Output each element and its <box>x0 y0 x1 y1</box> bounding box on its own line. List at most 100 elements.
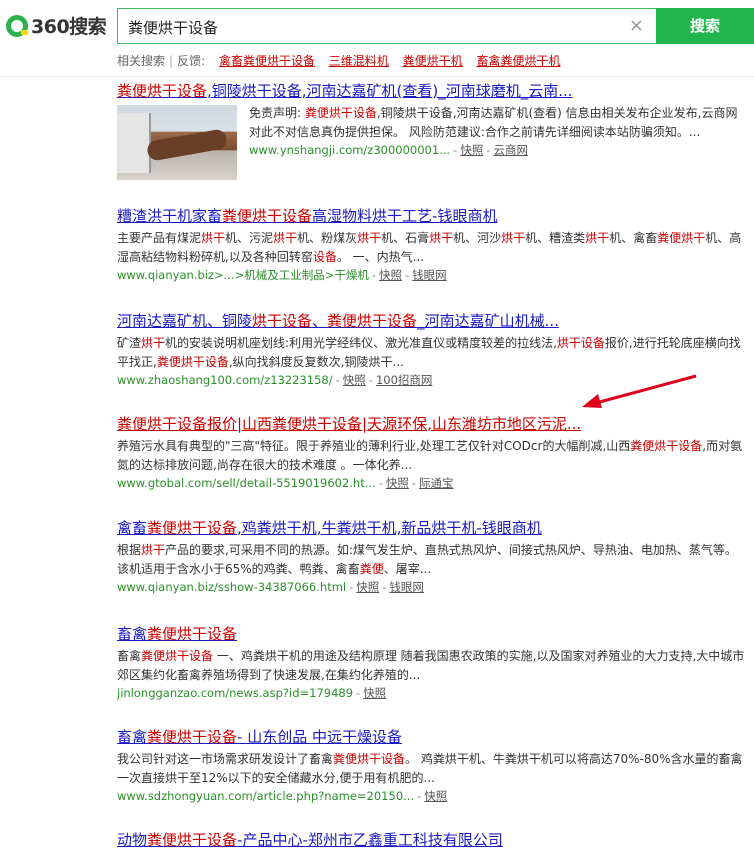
result-title-link[interactable]: 河南达嘉矿机、铜陵烘干设备、粪便烘干设备_河南达嘉矿山机械... <box>117 310 747 331</box>
result-title-link[interactable]: 粪便烘干设备报价|山西粪便烘干设备|天源环保,山东潍坊市地区污泥... <box>117 413 747 434</box>
snapshot-link[interactable]: 快照 <box>460 143 483 157</box>
text-segment: 糟渣洪干机家畜 <box>117 207 223 225</box>
search-result: 粪便烘干设备报价|山西粪便烘干设备|天源环保,山东潍坊市地区污泥... 养殖污水具… <box>117 413 747 491</box>
separator: - <box>368 373 373 387</box>
result-url: www.gtobal.com/sell/detail-5519019602.ht… <box>117 475 747 491</box>
source-link[interactable]: 100招商网 <box>376 373 432 387</box>
result-snippet: 畜禽粪便烘干设备 一、鸡粪烘干机的用途及结构原理 随着我国惠农政策的实施,以及国… <box>117 647 747 685</box>
snapshot-link[interactable]: 快照 <box>386 476 409 490</box>
keyword-highlight: 烘干 <box>141 336 166 350</box>
snapshot-link[interactable]: 快照 <box>363 686 386 700</box>
keyword-highlight: 粪便烘干设备 <box>147 625 238 643</box>
result-title-link[interactable]: 糟渣洪干机家畜粪便烘干设备高湿物料烘干工艺-钱眼商机 <box>117 205 747 226</box>
result-title-link[interactable]: 动物粪便烘干设备-产品中心-郑州市乙鑫重工科技有限公司 <box>117 829 747 850</box>
result-url-text: www.zhaoshang100.com/z13223158/ <box>117 373 333 387</box>
text-segment: 。 一、内热气... <box>336 250 425 264</box>
separator: - <box>405 268 410 282</box>
text-segment: 机、河沙 <box>453 231 502 245</box>
result-snippet: 矿渣烘干机的安装说明机座划线:利用光学经纬仪、激光准直仪或精度较差的拉线法,烘干… <box>117 334 747 372</box>
search-result: 动物粪便烘干设备-产品中心-郑州市乙鑫重工科技有限公司 <box>117 829 747 850</box>
result-snippet: 我公司针对这一市场需求研发设计了畜禽粪便烘干设备。 鸡粪烘干机、牛粪烘干机可以将… <box>117 750 747 788</box>
keyword-highlight: 粪便烘干设备 <box>333 752 406 766</box>
keyword-highlight: 粪便烘干设备 <box>156 355 229 369</box>
result-title-link[interactable]: 粪便烘干设备,铜陵烘干设备,河南达嘉矿机(查看)_河南球磨机_云南... <box>117 80 747 101</box>
text-segment: 畜禽 <box>117 625 148 643</box>
separator: - <box>417 789 422 803</box>
result-url: www.sdzhongyuan.com/article.php?name=201… <box>117 788 747 804</box>
text-segment: 高湿物料烘干工艺-钱眼商机 <box>312 207 498 225</box>
text-segment: 、 <box>312 312 328 330</box>
source-link[interactable]: 钱眼网 <box>389 580 424 594</box>
related-link[interactable]: 三维混料机 <box>329 54 389 68</box>
keyword-highlight: 粪便烘干设备 <box>117 82 208 100</box>
text-segment: _河南达嘉矿山机械... <box>417 312 559 330</box>
keyword-highlight: 粪便烘干设备 <box>327 312 418 330</box>
text-segment: 河南达嘉矿机、铜陵 <box>117 312 253 330</box>
search-button[interactable]: 搜索 <box>656 8 754 44</box>
keyword-highlight: 烘干 <box>585 231 610 245</box>
logo-ring-icon <box>6 14 28 37</box>
separator: - <box>335 373 340 387</box>
keyword-highlight: 粪便烘干设备 <box>222 207 313 225</box>
logo-text: 360搜索 <box>31 16 107 38</box>
keyword-highlight: 粪便 <box>359 562 384 576</box>
search-result: 畜禽粪便烘干设备- 山东创品 中远干燥设备我公司针对这一市场需求研发设计了畜禽粪… <box>117 726 747 804</box>
text-segment: 机、禽畜 <box>609 231 658 245</box>
keyword-highlight: 烘干设备 <box>252 312 313 330</box>
keyword-highlight: 烘干 <box>201 231 226 245</box>
text-segment: 禽畜 <box>117 519 148 537</box>
separator: - <box>349 580 354 594</box>
result-title-link[interactable]: 畜禽粪便烘干设备 <box>117 623 747 644</box>
text-segment: 我公司针对这一市场需求研发设计了畜禽 <box>117 752 334 766</box>
related-link[interactable]: 禽畜粪便烘干设备 <box>219 54 315 68</box>
result-url-text: www.qianyan.biz/sshow-34387066.html <box>117 580 347 594</box>
snapshot-link[interactable]: 快照 <box>343 373 366 387</box>
feedback-link[interactable]: 反馈 <box>177 54 201 68</box>
search-query[interactable]: 粪便烘干设备 <box>128 17 218 38</box>
keyword-highlight: 粪便烘干 <box>657 231 706 245</box>
keyword-highlight: 烘干 <box>357 231 382 245</box>
search-result: 禽畜粪便烘干设备,鸡粪烘干机,牛粪烘干机,新品烘干机-钱眼商机根据烘干产品的要求… <box>117 517 747 595</box>
source-link[interactable]: 钱眼网 <box>412 268 447 282</box>
keyword-highlight: 粪便烘干设备 <box>304 106 377 120</box>
separator: - <box>453 143 458 157</box>
result-title-link[interactable]: 畜禽粪便烘干设备- 山东创品 中远干燥设备 <box>117 726 747 747</box>
clear-icon[interactable]: × <box>629 15 644 36</box>
text-segment: 机、糟渣类 <box>525 231 586 245</box>
text-segment: 主要产品有煤泥 <box>117 231 202 245</box>
keyword-highlight: 烘干 <box>141 543 166 557</box>
text-segment: 、屠宰... <box>383 562 432 576</box>
source-link[interactable]: 云商网 <box>493 143 528 157</box>
snapshot-link[interactable]: 快照 <box>356 580 379 594</box>
result-snippet: 根据烘干产品的要求,可采用不同的热源。如:煤气发生炉、直热式热风炉、间接式热风炉… <box>117 541 747 579</box>
search-result: 畜禽粪便烘干设备 畜禽粪便烘干设备 一、鸡粪烘干机的用途及结构原理 随着我国惠农政… <box>117 623 747 701</box>
keyword-highlight: 粪便烘干设备 <box>147 519 238 537</box>
keyword-highlight: 设备 <box>312 250 337 264</box>
search-result: 糟渣洪干机家畜粪便烘干设备高湿物料烘干工艺-钱眼商机 主要产品有煤泥烘干机、污泥烘… <box>117 205 747 283</box>
related-link[interactable]: 粪便烘干机 <box>403 54 463 68</box>
keyword-highlight: 烘干 <box>273 231 298 245</box>
search-header: 360搜索 粪便烘干设备 × 搜索 相关搜索 | 反馈: 禽畜粪便烘干设备 三维混料… <box>0 0 754 77</box>
related-link[interactable]: 畜禽粪便烘干机 <box>476 54 560 68</box>
keyword-highlight: 烘干设备 <box>556 336 605 350</box>
search-input[interactable]: 粪便烘干设备 × <box>117 8 656 44</box>
text-segment: 机、石膏 <box>381 231 430 245</box>
result-snippet: 免责声明: 粪便烘干设备,铜陵烘干设备,河南达嘉矿机(查看) 信息由相关发布企业… <box>249 104 747 142</box>
logo-360[interactable]: 360搜索 <box>6 12 107 39</box>
separator: - <box>382 580 387 594</box>
result-thumbnail[interactable] <box>117 105 237 180</box>
separator: - <box>411 476 416 490</box>
annotation-arrow-icon <box>582 374 697 408</box>
keyword-highlight: 粪便烘干设备 <box>141 649 214 663</box>
source-link[interactable]: 际通宝 <box>419 476 454 490</box>
text-segment: 免责声明: <box>249 106 305 120</box>
result-title-link[interactable]: 禽畜粪便烘干设备,鸡粪烘干机,牛粪烘干机,新品烘干机-钱眼商机 <box>117 517 747 538</box>
text-segment: ,纵向找斜度反复数次,铜陵烘干... <box>228 355 404 369</box>
separator: - <box>356 686 361 700</box>
keyword-highlight: 粪便烘干设备 <box>630 439 703 453</box>
keyword-highlight: 粪便烘干设备 <box>147 831 238 849</box>
snapshot-link[interactable]: 快照 <box>424 789 447 803</box>
result-url: www.qianyan.biz>...>机械及工业制品>干燥机 - 快照 - 钱眼网 <box>117 267 747 283</box>
text-segment: 粪便烘干设备报价|山西粪便烘干设备|天源环保,山东潍坊市地区污泥... <box>117 415 582 433</box>
snapshot-link[interactable]: 快照 <box>379 268 402 282</box>
